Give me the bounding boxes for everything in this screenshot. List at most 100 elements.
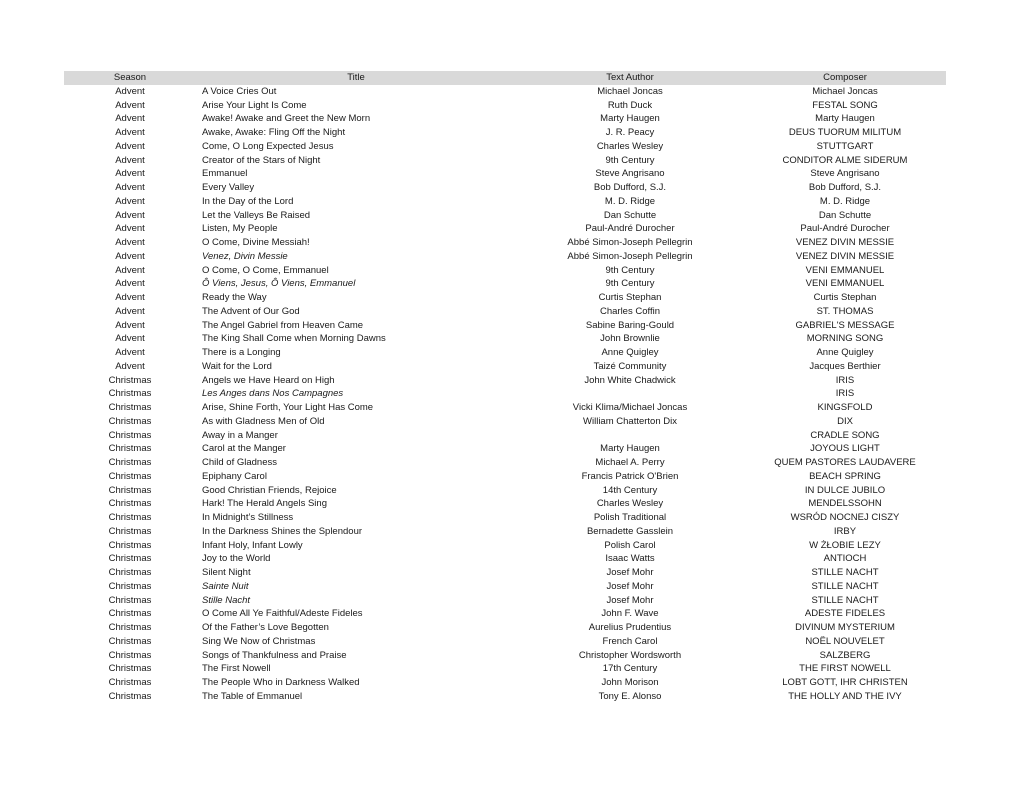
- cell-title: In the Day of the Lord: [202, 195, 294, 207]
- cell-title: As with Gladness Men of Old: [202, 415, 325, 427]
- cell-text-author: 14th Century: [602, 484, 658, 496]
- cell-title: Carol at the Manger: [202, 443, 286, 455]
- cell-text-author: Charles Coffin: [599, 305, 661, 317]
- cell-season: Advent: [115, 264, 145, 276]
- cell-title: Away in a Manger: [202, 429, 278, 441]
- cell-composer: ST. THOMAS: [816, 305, 874, 317]
- cell-season: Christmas: [108, 498, 152, 510]
- column-header-title: Title: [196, 71, 516, 85]
- cell-title: Arise Your Light Is Come: [202, 99, 307, 111]
- cell-title: Sing We Now of Christmas: [202, 635, 316, 647]
- cell-season: Christmas: [108, 402, 152, 413]
- cell-title: O Come All Ye Faithful/Adeste Fideles: [202, 608, 363, 620]
- cell-season: Advent: [115, 127, 145, 138]
- table-row: Christmas Of the Father’s Love Begotten Au…: [64, 621, 946, 635]
- cell-composer: STILLE NACHT: [811, 580, 879, 592]
- cell-season: Christmas: [108, 457, 152, 468]
- table-row: Christmas Hark! The Herald Angels Sing Cha…: [64, 497, 946, 511]
- cell-title: Ready the Way: [202, 292, 267, 303]
- cell-composer: MORNING SONG: [806, 333, 884, 345]
- cell-title: Awake, Awake: Fling Off the Night: [202, 127, 346, 138]
- cell-composer: SALZBERG: [819, 649, 871, 661]
- cell-composer: STUTTGART: [816, 140, 874, 152]
- table-row: Advent The King Shall Come when Morning D…: [64, 332, 946, 346]
- table-row: Advent O Come, O Come, Emmanuel 9th Centur…: [64, 264, 946, 278]
- cell-text-author: Josef Mohr: [606, 567, 654, 578]
- cell-text-author: Francis Patrick O'Brien: [581, 470, 679, 482]
- cell-composer: THE FIRST NOWELL: [799, 663, 891, 675]
- cell-title: Venez, Divin Messie: [202, 250, 288, 262]
- cell-composer: CONDITOR ALME SIDERUM: [782, 154, 908, 166]
- table-row: Christmas Stille Nacht Josef Mohr STILLE NA…: [64, 594, 946, 608]
- table-row: Christmas Away in a Manger CRADLE SONG: [64, 429, 946, 443]
- cell-title: O Come, Divine Messiah!: [202, 237, 310, 248]
- table-row: Christmas Les Anges dans Nos Campagnes IRI…: [64, 387, 946, 401]
- cell-season: Advent: [115, 278, 145, 290]
- cell-composer: Steve Angrisano: [810, 168, 880, 180]
- document-page: Season Title Text Author Composer Advent…: [0, 0, 1020, 788]
- cell-composer: CRADLE SONG: [810, 429, 880, 441]
- cell-composer: WSRÓD NOCNEJ CISZY: [790, 512, 900, 523]
- cell-season: Advent: [115, 250, 145, 262]
- cell-composer: ANTIOCH: [823, 553, 867, 565]
- hymn-table: Season Title Text Author Composer Advent…: [64, 71, 946, 704]
- cell-composer: IRIS: [835, 374, 855, 386]
- cell-text-author: John F. Wave: [601, 608, 659, 620]
- table-row: Advent The Angel Gabriel from Heaven Came…: [64, 319, 946, 333]
- cell-title: Listen, My People: [202, 223, 278, 235]
- cell-composer: Paul-André Durocher: [800, 223, 890, 235]
- cell-season: Christmas: [108, 512, 152, 523]
- cell-composer: THE HOLLY AND THE IVY: [788, 690, 902, 702]
- cell-season: Advent: [115, 292, 145, 303]
- cell-season: Christmas: [108, 484, 152, 496]
- cell-season: Advent: [115, 154, 145, 166]
- cell-composer: DIVINUM MYSTERIUM: [795, 622, 895, 633]
- cell-text-author: Dan Schutte: [603, 209, 657, 221]
- cell-text-author: J. R. Peacy: [605, 127, 655, 138]
- cell-season: Christmas: [108, 374, 152, 386]
- cell-season: Advent: [115, 223, 145, 235]
- table-row: Advent Awake, Awake: Fling Off the Night J…: [64, 126, 946, 140]
- table-row: Advent Creator of the Stars of Night 9th C…: [64, 154, 946, 168]
- table-row: Christmas Angels we Have Heard on High Joh…: [64, 374, 946, 388]
- cell-composer: JOYOUS LIGHT: [810, 443, 880, 455]
- cell-text-author: Marty Haugen: [600, 113, 660, 125]
- cell-text-author: Vicki Klima/Michael Joncas: [572, 402, 688, 413]
- cell-season: Christmas: [108, 539, 152, 551]
- table-row: Christmas O Come All Ye Faithful/Adeste F…: [64, 607, 946, 621]
- cell-season: Christmas: [108, 553, 152, 565]
- cell-title: Emmanuel: [202, 168, 248, 180]
- table-row: Christmas Joy to the World Isaac Watts ANTI…: [64, 552, 946, 566]
- cell-title: Angels we Have Heard on High: [202, 374, 335, 386]
- table-row: Advent There is a Longing Anne Quigley Anne…: [64, 346, 946, 360]
- table-row: Advent Arise Your Light Is Come Ruth Duck F…: [64, 99, 946, 113]
- cell-title: Les Anges dans Nos Campagnes: [202, 388, 344, 400]
- cell-composer: W ŻŁOBIE LEZY: [809, 539, 881, 551]
- cell-season: Advent: [115, 182, 145, 193]
- cell-season: Advent: [115, 319, 145, 331]
- cell-text-author: Polish Carol: [604, 539, 656, 551]
- cell-title: Sainte Nuit: [202, 580, 249, 592]
- cell-text-author: M. D. Ridge: [604, 195, 656, 207]
- cell-composer: IRBY: [833, 525, 857, 537]
- cell-composer: VENEZ DIVIN MESSIE: [795, 237, 895, 248]
- table-row: Christmas Child of Gladness Michael A. Per…: [64, 456, 946, 470]
- cell-title: The First Nowell: [202, 663, 271, 675]
- cell-title: Ô Viens, Jesus, Ô Viens, Emmanuel: [202, 278, 356, 290]
- cell-season: Christmas: [108, 635, 152, 647]
- table-row: Advent O Come, Divine Messiah! Abbé Simon-…: [64, 236, 946, 250]
- cell-title: Wait for the Lord: [202, 360, 272, 372]
- cell-season: Advent: [115, 305, 145, 317]
- cell-text-author: Bernadette Gasslein: [586, 525, 674, 537]
- cell-text-author: Charles Wesley: [596, 140, 664, 152]
- cell-text-author: John White Chadwick: [584, 374, 676, 386]
- cell-season: Advent: [115, 168, 145, 180]
- cell-text-author: Michael Joncas: [597, 85, 663, 97]
- cell-text-author: Sabine Baring-Gould: [585, 319, 675, 331]
- cell-text-author: Christopher Wordsworth: [578, 649, 682, 661]
- cell-text-author: William Chatterton Dix: [583, 415, 677, 427]
- cell-composer: STILLE NACHT: [811, 567, 879, 578]
- cell-season: Christmas: [108, 429, 152, 441]
- cell-composer: GABRIEL'S MESSAGE: [795, 319, 895, 331]
- cell-season: Advent: [115, 195, 145, 207]
